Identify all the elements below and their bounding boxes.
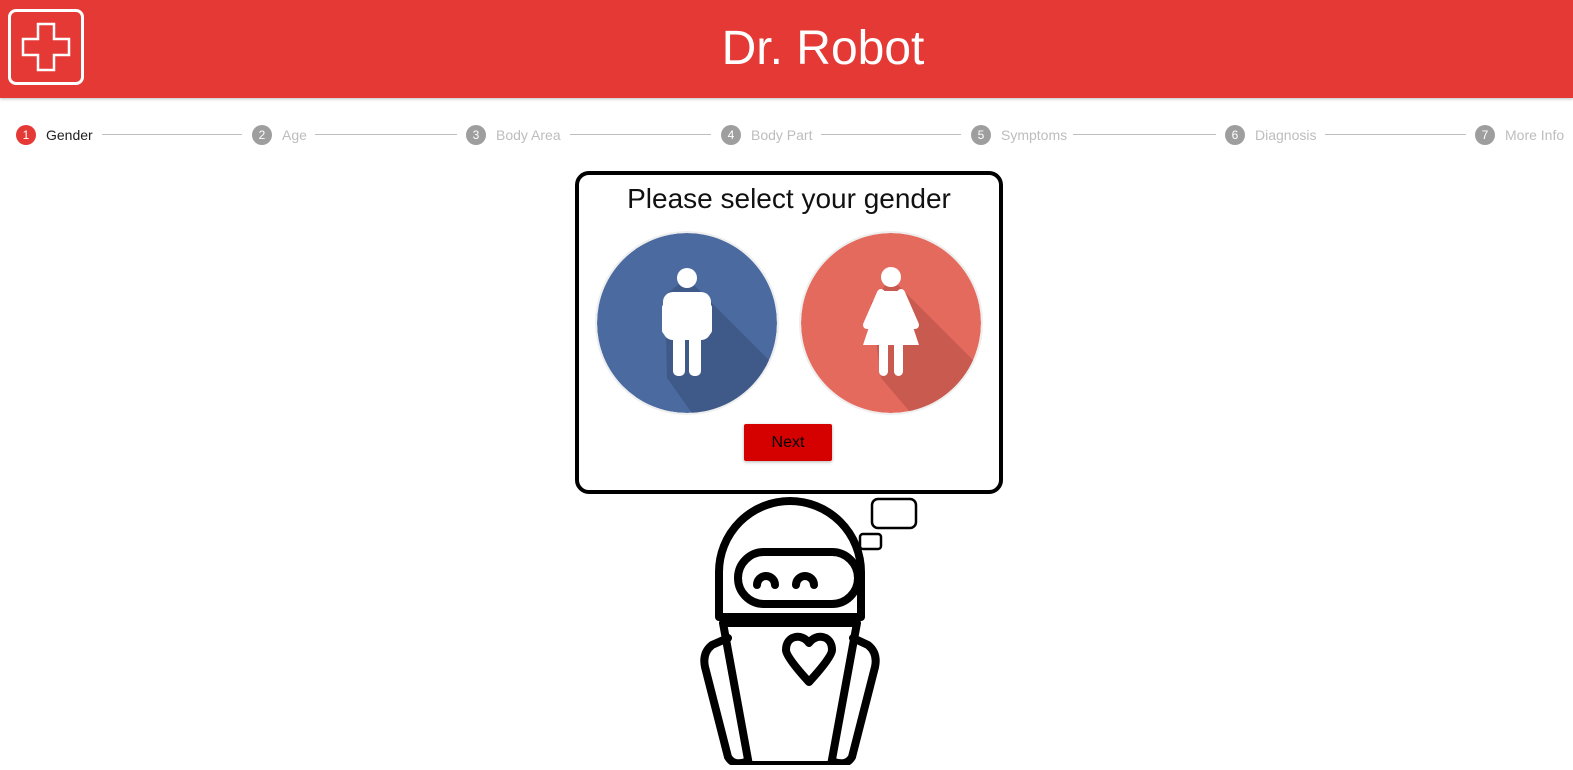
step-number: 5 — [971, 125, 991, 145]
step-connector — [570, 134, 711, 135]
step-connector — [1325, 134, 1466, 135]
step-label: Body Part — [751, 127, 813, 143]
robot-illustration — [690, 495, 930, 769]
step-number: 1 — [16, 125, 36, 145]
step-age[interactable]: 2 Age — [252, 124, 307, 146]
step-diagnosis[interactable]: 6 Diagnosis — [1225, 124, 1316, 146]
step-body-area[interactable]: 3 Body Area — [466, 124, 561, 146]
step-more-info[interactable]: 7 More Info — [1475, 124, 1564, 146]
step-gender[interactable]: 1 Gender — [16, 124, 93, 146]
step-label: Gender — [46, 127, 93, 143]
male-option-button[interactable] — [597, 233, 777, 413]
step-number: 4 — [721, 125, 741, 145]
step-symptoms[interactable]: 5 Symptoms — [971, 124, 1067, 146]
step-label: Diagnosis — [1255, 127, 1317, 143]
gender-selection-card: Please select your gender Next — [575, 171, 1003, 494]
step-number: 7 — [1475, 125, 1495, 145]
step-label: Body Area — [496, 127, 561, 143]
app-title: Dr. Robot — [721, 22, 925, 75]
step-label: More Info — [1505, 127, 1565, 143]
step-number: 3 — [466, 125, 486, 145]
step-label: Age — [282, 127, 307, 143]
progress-stepper: 1 Gender 2 Age 3 Body Area 4 Body Part 5… — [0, 124, 1573, 146]
male-figure-icon — [597, 233, 777, 413]
step-number: 6 — [1225, 125, 1245, 145]
female-option-button[interactable] — [801, 233, 981, 413]
step-connector — [1073, 134, 1216, 135]
step-number: 2 — [252, 125, 272, 145]
step-connector — [102, 134, 242, 135]
step-body-part[interactable]: 4 Body Part — [721, 124, 812, 146]
step-connector — [315, 134, 457, 135]
robot-icon — [700, 497, 918, 769]
step-label: Symptoms — [1001, 127, 1068, 143]
thought-bubble-icon — [858, 497, 918, 551]
female-figure-icon — [801, 233, 981, 413]
app-header: Dr. Robot — [0, 0, 1573, 98]
step-connector — [821, 134, 961, 135]
card-title: Please select your gender — [627, 183, 951, 214]
next-button[interactable]: Next — [744, 424, 832, 461]
